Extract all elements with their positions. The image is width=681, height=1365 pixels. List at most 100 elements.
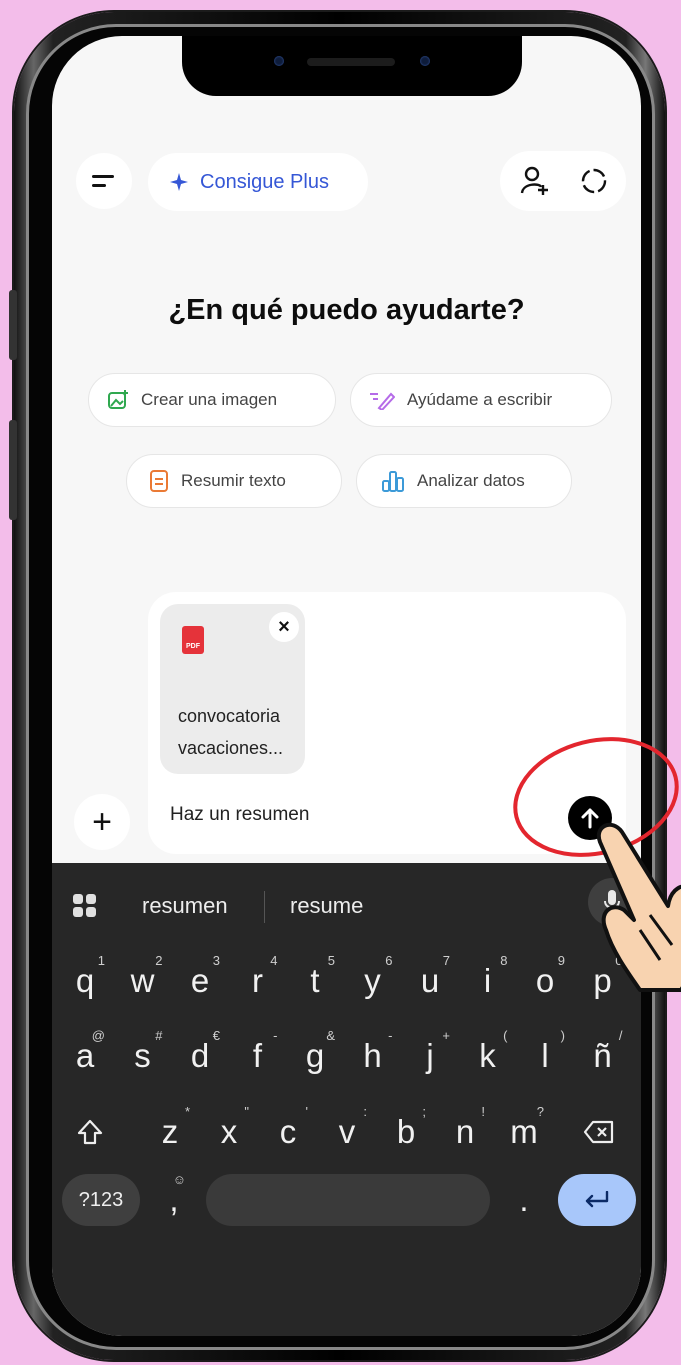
key-secondary-label: *: [184, 1104, 190, 1119]
key-secondary-label: 7: [442, 953, 450, 968]
key-d[interactable]: d €: [174, 1026, 226, 1086]
microphone-button[interactable]: [588, 878, 636, 926]
chip-analyze-data[interactable]: Analizar datos: [356, 454, 572, 508]
key-label: n: [455, 1113, 475, 1150]
key-o[interactable]: o9: [519, 951, 571, 1011]
key-label: w: [130, 962, 155, 999]
key-secondary-label: 8: [500, 953, 508, 968]
key-g[interactable]: g &: [289, 1026, 341, 1086]
backspace-key[interactable]: [573, 1102, 625, 1162]
sparkle-icon: [170, 173, 188, 191]
shift-key[interactable]: [64, 1102, 116, 1162]
enter-key[interactable]: [558, 1174, 636, 1226]
attachment-card[interactable]: PDF × convocatoria vacaciones...: [160, 604, 305, 774]
menu-icon: [92, 175, 114, 187]
key-y[interactable]: y6: [347, 951, 399, 1011]
key-c[interactable]: c ': [262, 1102, 314, 1162]
emoji-hint: ☺: [172, 1172, 186, 1187]
header-actions: [500, 151, 626, 211]
backspace-icon: [583, 1120, 614, 1144]
key-secondary-label: ": [244, 1104, 249, 1119]
send-button[interactable]: [568, 796, 612, 840]
key-secondary-label: 3: [212, 953, 220, 968]
add-person-icon[interactable]: [520, 165, 550, 197]
enter-icon: [585, 1191, 609, 1208]
get-plus-button[interactable]: Consigue Plus: [148, 153, 368, 211]
key-v[interactable]: v:: [321, 1102, 373, 1162]
space-key[interactable]: [206, 1174, 490, 1226]
sensor-icon: [420, 56, 430, 66]
chip-label: Ayúdame a escribir: [407, 390, 553, 409]
key-secondary-label: -: [388, 1028, 393, 1043]
key-i[interactable]: i8: [462, 951, 514, 1011]
numbers-key[interactable]: ?123: [62, 1174, 140, 1226]
period-key[interactable]: .: [498, 1170, 550, 1230]
key-j[interactable]: j +: [404, 1026, 456, 1086]
key-p[interactable]: p0: [577, 951, 629, 1011]
message-input[interactable]: Haz un resumen: [170, 804, 309, 826]
speaker-grille: [307, 58, 395, 66]
get-plus-label: Consigue Plus: [200, 170, 329, 193]
key-label: u: [420, 962, 440, 999]
menu-button[interactable]: [76, 153, 132, 209]
key-x[interactable]: x ": [203, 1102, 255, 1162]
suggestion-item[interactable]: resumen: [142, 893, 228, 919]
image-icon: [108, 390, 128, 409]
camera-icon: [274, 56, 284, 66]
key-k[interactable]: k(: [462, 1026, 514, 1086]
remove-attachment-button[interactable]: ×: [269, 612, 299, 642]
comma-key[interactable]: , ☺: [148, 1170, 200, 1230]
key-label: b: [396, 1113, 416, 1150]
key-label: k: [479, 1037, 496, 1074]
add-attachment-button[interactable]: +: [74, 794, 130, 850]
key-secondary-label: ;: [422, 1104, 426, 1119]
attachment-name-line: convocatoria: [178, 706, 281, 726]
key-w[interactable]: w2: [117, 951, 169, 1011]
pen-icon: [370, 392, 395, 410]
key-label: g: [305, 1037, 325, 1074]
key-t[interactable]: t5: [289, 951, 341, 1011]
pdf-file-icon: PDF: [182, 626, 204, 654]
key-ñ[interactable]: ñ /: [577, 1026, 629, 1086]
key-label: e: [190, 962, 210, 999]
key-label: y: [364, 962, 381, 999]
attachment-name-line: vacaciones...: [178, 738, 284, 758]
key-s[interactable]: s #: [117, 1026, 169, 1086]
notch: [182, 36, 522, 96]
key-secondary-label: +: [442, 1028, 450, 1043]
shift-icon: [77, 1119, 103, 1145]
suggestion-item[interactable]: resume: [290, 893, 363, 919]
chip-label: Resumir texto: [181, 471, 286, 490]
key-e[interactable]: e3: [174, 951, 226, 1011]
key-u[interactable]: u7: [404, 951, 456, 1011]
chip-summarize-text[interactable]: Resumir texto: [126, 454, 342, 508]
chip-help-write[interactable]: Ayúdame a escribir: [350, 373, 612, 427]
key-b[interactable]: b;: [380, 1102, 432, 1162]
key-label: l: [541, 1037, 549, 1074]
attachment-name: convocatoria vacaciones...: [178, 700, 298, 764]
key-q[interactable]: q1: [59, 951, 111, 1011]
key-m[interactable]: m?: [498, 1102, 550, 1162]
key-r[interactable]: r4: [232, 951, 284, 1011]
key-secondary-label: !: [481, 1104, 485, 1119]
key-a[interactable]: a @: [59, 1026, 111, 1086]
key-label: q: [75, 962, 95, 999]
message-composer: PDF × convocatoria vacaciones... Haz un …: [148, 592, 626, 854]
key-secondary-label: @: [91, 1028, 105, 1043]
key-label: h: [363, 1037, 382, 1074]
key-z[interactable]: z *: [144, 1102, 196, 1162]
key-secondary-label: €: [212, 1028, 220, 1043]
key-label: ñ: [593, 1037, 612, 1074]
key-h[interactable]: h-: [347, 1026, 399, 1086]
chip-create-image[interactable]: Crear una imagen: [88, 373, 336, 427]
key-l[interactable]: l): [519, 1026, 571, 1086]
phone-volume-button: [9, 420, 17, 520]
key-label: r: [252, 962, 263, 999]
key-f[interactable]: f-: [232, 1026, 284, 1086]
keyboard: resumen resume: [52, 863, 641, 1336]
key-label: p: [593, 962, 612, 999]
apps-grid-icon[interactable]: [72, 893, 98, 919]
key-n[interactable]: n!: [439, 1102, 491, 1162]
bar-chart-icon: [382, 471, 404, 492]
temporary-chat-icon[interactable]: [580, 167, 608, 195]
